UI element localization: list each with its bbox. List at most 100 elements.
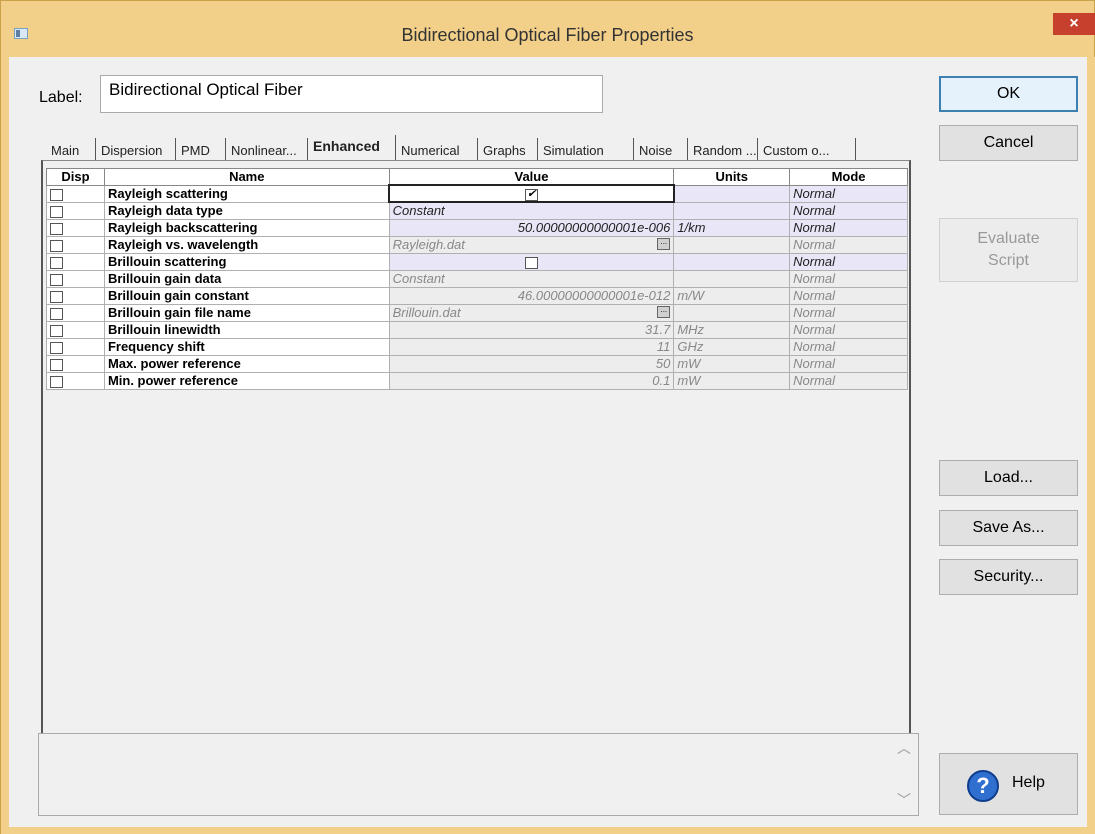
table-row[interactable]: Min. power reference 0.1 mW Normal [46, 371, 908, 390]
tab-nonlinear[interactable]: Nonlinear... [226, 138, 308, 160]
parameter-value[interactable]: 50 [388, 354, 675, 373]
tab-simulation[interactable]: Simulation [538, 138, 634, 160]
disp-cell [46, 201, 105, 220]
scroll-up-icon[interactable]: ︿ [897, 738, 911, 758]
parameter-mode[interactable]: Normal [789, 354, 908, 373]
parameter-value-text: 11 [656, 339, 671, 354]
title-bar[interactable]: Bidirectional Optical Fiber Properties × [1, 1, 1095, 57]
parameter-mode[interactable]: Normal [789, 286, 908, 305]
table-row[interactable]: Brillouin gain data Constant Normal [46, 269, 908, 288]
disp-cell [46, 252, 105, 271]
parameter-value-text: 46.00000000000001e-012 [517, 288, 671, 303]
parameter-value[interactable] [388, 184, 675, 203]
parameter-mode[interactable]: Normal [789, 218, 908, 237]
table-row[interactable]: Brillouin scattering Normal [46, 252, 908, 271]
parameter-value[interactable]: 46.00000000000001e-012 [388, 286, 675, 305]
tab-graphs[interactable]: Graphs [478, 138, 538, 160]
save-as-button[interactable]: Save As... [939, 510, 1078, 546]
column-header-mode[interactable]: Mode [789, 168, 908, 186]
parameter-units [673, 252, 791, 271]
table-row[interactable]: Rayleigh backscattering 50.00000000000001… [46, 218, 908, 237]
ellipsis-browse-icon[interactable]: ... [657, 306, 671, 318]
tab-enhanced[interactable]: Enhanced [308, 135, 396, 160]
disp-checkbox[interactable] [50, 375, 63, 388]
tab-main[interactable]: Main [46, 138, 96, 160]
parameter-value-text: Rayleigh.dat [392, 237, 465, 252]
table-row[interactable]: Brillouin linewidth 31.7 MHz Normal [46, 320, 908, 339]
parameter-mode[interactable]: Normal [789, 303, 908, 322]
security-button[interactable]: Security... [939, 559, 1078, 595]
table-row[interactable]: Frequency shift 11 GHz Normal [46, 337, 908, 356]
disp-checkbox[interactable] [50, 222, 63, 235]
evaluate-script-label-line1: Evaluate [977, 230, 1040, 247]
parameter-mode[interactable]: Normal [789, 371, 908, 390]
parameter-name: Brillouin gain data [103, 269, 390, 288]
column-header-disp[interactable]: Disp [46, 168, 105, 186]
grid-body: Rayleigh scatteringNormalRayleigh data t… [46, 184, 908, 390]
parameter-units: mW [673, 371, 791, 390]
parameter-value[interactable]: 50.00000000000001e-006 [388, 218, 675, 237]
disp-checkbox[interactable] [50, 273, 63, 286]
table-row[interactable]: Rayleigh data type Constant Normal [46, 201, 908, 220]
disp-checkbox[interactable] [50, 358, 63, 371]
description-box[interactable] [38, 733, 919, 816]
disp-cell [46, 337, 105, 356]
parameter-value[interactable] [388, 252, 675, 271]
parameter-mode[interactable]: Normal [789, 320, 908, 339]
disp-cell [46, 354, 105, 373]
tab-numerical[interactable]: Numerical [396, 138, 478, 160]
column-header-name[interactable]: Name [103, 168, 390, 186]
parameter-mode[interactable]: Normal [789, 201, 908, 220]
parameter-value-text: 0.1 [652, 373, 671, 388]
parameter-mode[interactable]: Normal [789, 269, 908, 288]
grid-header-row: Disp Name Value Units Mode [46, 168, 908, 186]
parameter-value[interactable]: Brillouin.dat... [388, 303, 675, 322]
parameter-mode[interactable]: Normal [789, 235, 908, 254]
tab-noise[interactable]: Noise [634, 138, 688, 160]
ok-button[interactable]: OK [939, 76, 1078, 112]
parameter-value[interactable]: 11 [388, 337, 675, 356]
value-checkbox[interactable] [524, 187, 538, 201]
disp-checkbox[interactable] [50, 188, 63, 201]
disp-checkbox[interactable] [50, 290, 63, 303]
column-header-units[interactable]: Units [673, 168, 791, 186]
table-row[interactable]: Rayleigh vs. wavelength Rayleigh.dat... No… [46, 235, 908, 254]
parameter-mode[interactable]: Normal [789, 184, 908, 203]
disp-checkbox[interactable] [50, 324, 63, 337]
tab-random[interactable]: Random ... [688, 138, 758, 160]
help-question-icon: ? [967, 770, 999, 802]
disp-cell [46, 303, 105, 322]
disp-checkbox[interactable] [50, 256, 63, 269]
parameter-mode[interactable]: Normal [789, 337, 908, 356]
tab-custom-o[interactable]: Custom o... [758, 138, 856, 160]
table-row[interactable]: Brillouin gain file name Brillouin.dat...… [46, 303, 908, 322]
label-input[interactable]: Bidirectional Optical Fiber [100, 75, 603, 113]
close-button[interactable]: × [1053, 13, 1095, 35]
cancel-button[interactable]: Cancel [939, 125, 1078, 161]
parameter-name: Brillouin gain file name [103, 303, 390, 322]
ellipsis-browse-icon[interactable]: ... [657, 238, 671, 250]
parameter-value[interactable]: Constant [388, 201, 675, 220]
parameter-value[interactable]: 0.1 [388, 371, 675, 390]
parameter-value[interactable]: 31.7 [388, 320, 675, 339]
help-button[interactable]: ? Help [939, 753, 1078, 815]
parameter-units [673, 303, 791, 322]
disp-checkbox[interactable] [50, 205, 63, 218]
value-checkbox[interactable] [524, 256, 538, 269]
table-row[interactable]: Brillouin gain constant 46.00000000000001… [46, 286, 908, 305]
parameter-mode[interactable]: Normal [789, 252, 908, 271]
table-row[interactable]: Rayleigh scattering Normal [46, 184, 908, 203]
parameter-value[interactable]: Constant [388, 269, 675, 288]
parameter-value[interactable]: Rayleigh.dat... [388, 235, 675, 254]
tab-dispersion[interactable]: Dispersion [96, 138, 176, 160]
load-button[interactable]: Load... [939, 460, 1078, 496]
help-button-label: Help [1012, 774, 1045, 791]
disp-checkbox[interactable] [50, 239, 63, 252]
table-row[interactable]: Max. power reference 50 mW Normal [46, 354, 908, 373]
window-frame-right [1087, 57, 1095, 834]
disp-checkbox[interactable] [50, 341, 63, 354]
disp-checkbox[interactable] [50, 307, 63, 320]
tab-pmd[interactable]: PMD [176, 138, 226, 160]
column-header-value[interactable]: Value [388, 168, 675, 186]
scroll-down-icon[interactable]: ﹀ [897, 790, 911, 810]
